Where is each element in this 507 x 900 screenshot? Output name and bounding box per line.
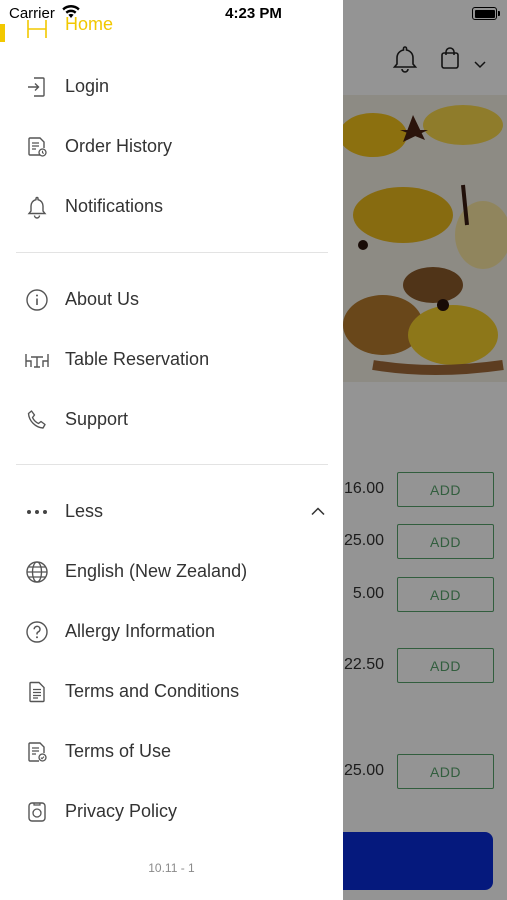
drawer-item-terms-and-conditions[interactable]: Terms and Conditions	[0, 671, 343, 711]
order-history-icon	[24, 134, 50, 160]
drawer-item-label: Privacy Policy	[65, 800, 178, 821]
app-version: 10.11 - 1	[148, 861, 195, 875]
battery-icon	[472, 7, 500, 20]
drawer-item-about-us[interactable]: About Us	[0, 279, 343, 319]
status-time: 4:23 PM	[225, 5, 282, 22]
table-icon	[24, 347, 50, 373]
info-icon	[24, 287, 50, 313]
chevron-up-icon	[311, 503, 325, 521]
more-dots-icon	[24, 499, 50, 525]
document-icon	[24, 679, 50, 705]
drawer-item-label: Table Reservation	[65, 348, 210, 369]
divider	[16, 464, 328, 465]
phone-icon	[24, 407, 50, 433]
drawer-item-label: Allergy Information	[65, 620, 216, 641]
drawer-item-label: Less	[65, 500, 104, 521]
drawer-item-label: Order History	[65, 135, 173, 156]
drawer-item-label: Support	[65, 408, 129, 429]
bell-icon	[24, 194, 50, 220]
drawer-item-label: Terms of Use	[65, 740, 172, 761]
drawer-item-language[interactable]: English (New Zealand)	[0, 551, 343, 591]
drawer-item-allergy-information[interactable]: Allergy Information	[0, 611, 343, 651]
drawer-item-label: Login	[65, 75, 110, 96]
drawer-item-label: About Us	[65, 288, 140, 309]
drawer-item-notifications[interactable]: Notifications	[0, 186, 343, 226]
drawer-item-label: Terms and Conditions	[65, 680, 240, 701]
drawer-item-label: Notifications	[65, 195, 164, 216]
drawer-item-label: English (New Zealand)	[65, 560, 248, 581]
privacy-icon	[24, 799, 50, 825]
divider	[16, 252, 328, 253]
navigation-drawer: Home Login Order History Notifications A…	[0, 0, 343, 900]
login-icon	[24, 74, 50, 100]
drawer-item-privacy-policy[interactable]: Privacy Policy	[0, 791, 343, 831]
document-check-icon	[24, 739, 50, 765]
drawer-item-terms-of-use[interactable]: Terms of Use	[0, 731, 343, 771]
question-icon	[24, 619, 50, 645]
drawer-item-order-history[interactable]: Order History	[0, 126, 343, 166]
drawer-item-login[interactable]: Login	[0, 66, 343, 106]
globe-icon	[24, 559, 50, 585]
drawer-item-table-reservation[interactable]: Table Reservation	[0, 339, 343, 379]
drawer-item-support[interactable]: Support	[0, 399, 343, 439]
drawer-item-less[interactable]: Less	[0, 491, 343, 531]
status-bar: Carrier 4:23 PM	[0, 0, 507, 28]
